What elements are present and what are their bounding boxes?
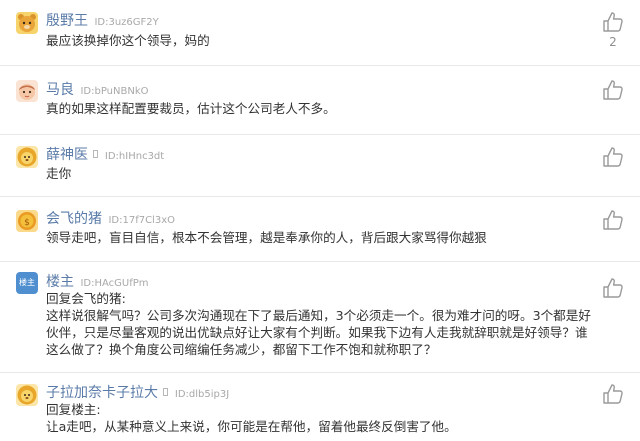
flag-icon [163,388,169,396]
comment-header: 子拉加奈卡子拉大 ID:dlb5ip3J [46,382,229,402]
like-count: 2 [609,35,617,49]
lion-face-avatar[interactable] [16,384,38,406]
lion-face-avatar[interactable] [16,146,38,168]
owner-badge-avatar[interactable]: 楼主 [16,272,38,294]
user-id: ID:bPuNBNkO [80,86,149,97]
comment-item: $ 会飞的猪 ID:17f7Cl3xO 领导走吧，盲目自信，根本不会管理，越是奉… [0,197,640,262]
thumbs-up-icon[interactable] [601,79,625,101]
user-id: ID:hIHnc3dt [104,151,165,162]
comment-text: 回复会飞的猪: 这样说很解气吗？公司多次沟通现在下了最后通知，3个必须走一个。很… [46,290,591,358]
comment-text: 回复楼主: 让a走吧，从某种意义上来说，你可能是在帮他，留着他最终反倒害了他。 [46,401,586,435]
bear-face-avatar[interactable] [16,12,38,34]
comment-item: 薛神医 ID:hIHnc3dt 走你 [0,135,640,197]
user-id: ID:HAcGUfPm [80,278,149,289]
username[interactable]: 楼主 [46,274,74,290]
user-id: ID:3uz6GF2Y [94,17,159,28]
comment-line: 最应该换掉你这个领导，妈的 [46,33,210,48]
comment-line: 回复会飞的猪: [46,291,126,306]
comment-line: 走你 [46,166,72,181]
user-id: ID:17f7Cl3xO [108,215,175,226]
comment-line: 这么做了？换个角度公司缩编任务减少，都留下工作不饱和就称职了？ [46,342,437,357]
thumbs-up-icon[interactable] [601,11,625,33]
comment-item: 殷野王 ID:3uz6GF2Y 最应该换掉你这个领导，妈的 2 [0,0,640,66]
username[interactable]: 薛神医 [46,147,88,163]
username[interactable]: 殷野王 [46,13,88,29]
comment-text: 最应该换掉你这个领导，妈的 [46,32,586,49]
username[interactable]: 会飞的猪 [46,211,102,227]
divider [0,372,640,373]
comment-line: 这样说很解气吗？公司多次沟通现在下了最后通知，3个必须走一个。很为难才问的呀。3… [46,308,591,323]
comment-line: 伙伴，只是尽量客观的说出优缺点好让大家有个判断。如果我下边有人走我就辞职就是好领… [46,325,588,340]
comment-header: 薛神医 ID:hIHnc3dt [46,144,164,164]
thumbs-up-icon[interactable] [601,209,625,231]
comment-text: 真的如果这样配置要裁员，估计这个公司老人不多。 [46,100,586,117]
flag-icon [93,150,99,158]
comment-line: 让a走吧，从某种意义上来说，你可能是在帮他，留着他最终反倒害了他。 [46,419,457,434]
comment-text: 走你 [46,165,586,182]
comment-text: 领导走吧，盲目自信，根本不会管理，越是奉承你的人，背后跟大家骂得你越狠 [46,229,586,246]
comment-header: 会飞的猪 ID:17f7Cl3xO [46,208,175,228]
comment-list: 殷野王 ID:3uz6GF2Y 最应该换掉你这个领导，妈的 2 马良 ID:bP… [0,0,640,441]
comment-header: 楼主 ID:HAcGUfPm [46,271,149,291]
thumbs-up-icon[interactable] [601,383,625,405]
comment-line: 真的如果这样配置要裁员，估计这个公司老人不多。 [46,101,336,116]
comment-header: 殷野王 ID:3uz6GF2Y [46,10,159,30]
thumbs-up-icon[interactable] [601,146,625,168]
comment-header: 马良 ID:bPuNBNkO [46,79,149,99]
girl-face-avatar[interactable] [16,80,38,102]
username[interactable]: 马良 [46,82,74,98]
comment-line: 领导走吧，盲目自信，根本不会管理，越是奉承你的人，背后跟大家骂得你越狠 [46,230,487,245]
thumbs-up-icon[interactable] [601,277,625,299]
user-id: ID:dlb5ip3J [174,389,230,400]
comment-item: 马良 ID:bPuNBNkO 真的如果这样配置要裁员，估计这个公司老人不多。 [0,66,640,135]
comment-item: 子拉加奈卡子拉大 ID:dlb5ip3J 回复楼主: 让a走吧，从某种意义上来说… [0,374,640,441]
svg-text:$: $ [24,218,30,228]
comment-line: 回复楼主: [46,402,101,417]
comment-item: 楼主 楼主 ID:HAcGUfPm 回复会飞的猪: 这样说很解气吗？公司多次沟通… [0,262,640,374]
coin-face-avatar[interactable]: $ [16,210,38,232]
username[interactable]: 子拉加奈卡子拉大 [46,385,158,401]
